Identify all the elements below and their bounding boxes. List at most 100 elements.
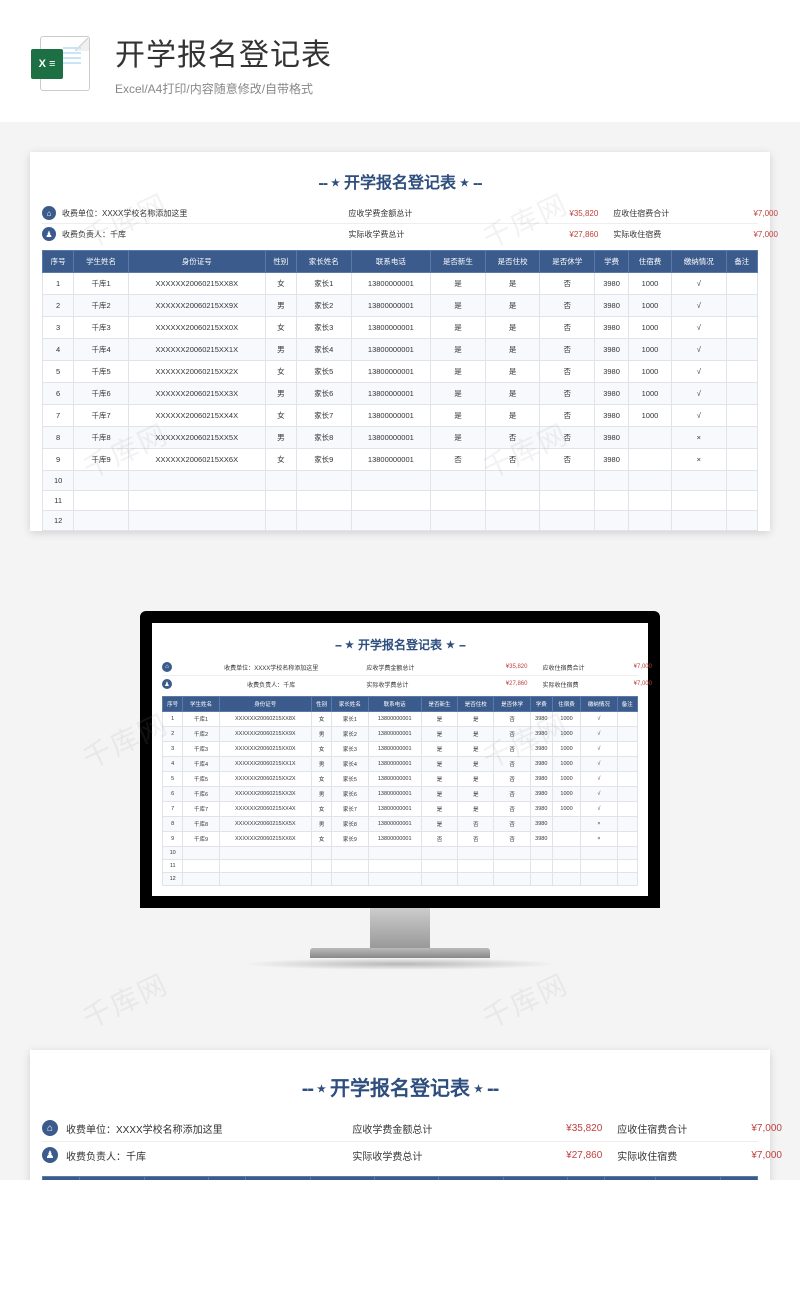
- cell-parent: 家长5: [296, 361, 351, 383]
- cell-leave: 否: [540, 361, 595, 383]
- cell-leave: 否: [494, 787, 530, 802]
- col-header: 是否新生: [421, 697, 457, 712]
- cell-parent: 家长2: [296, 295, 351, 317]
- cell-no: 5: [163, 772, 183, 787]
- table-row: 7千库7XXXXXX20060215XX4X女家长713800000001是是否…: [163, 802, 638, 817]
- doc-title: --★开学报名登记表★--: [162, 633, 638, 659]
- cell-leave: [540, 491, 595, 511]
- cell-note: [726, 273, 757, 295]
- cell-leave: 否: [494, 832, 530, 847]
- cell-note: [617, 727, 637, 742]
- cell-sex: 女: [311, 712, 331, 727]
- cell-name: [183, 860, 219, 873]
- cell-dorm: 是: [485, 361, 540, 383]
- col-header: 性别: [209, 1177, 246, 1181]
- cell-name: 千库9: [183, 832, 219, 847]
- page-header: X ≡ 开学报名登记表 Excel/A4打印/内容随意修改/自带格式: [0, 0, 800, 112]
- col-header: 身份证号: [219, 697, 311, 712]
- monitor-stand-neck: [370, 908, 430, 948]
- cell-name: 千库6: [74, 383, 129, 405]
- cell-dorm: [458, 847, 494, 860]
- cell-name: 千库1: [74, 273, 129, 295]
- cell-dorm: 是: [458, 772, 494, 787]
- cell-name: 千库4: [183, 757, 219, 772]
- cell-fee: [595, 471, 629, 491]
- col-header: 是否住校: [458, 697, 494, 712]
- doc-title: --★开学报名登记表★--: [42, 164, 758, 203]
- cell-no: 8: [163, 817, 183, 832]
- cell-sex: 男: [311, 787, 331, 802]
- table-row: 7千库7XXXXXX20060215XX4X女家长713800000001是是否…: [43, 405, 758, 427]
- cell-fee: 3980: [595, 317, 629, 339]
- cell-fee: 3980: [595, 361, 629, 383]
- cell-note: [617, 712, 637, 727]
- table-row: 2千库2XXXXXX20060215XX9X男家长213800000001是是否…: [43, 295, 758, 317]
- cell-sex: 男: [265, 383, 296, 405]
- cell-name: 千库8: [183, 817, 219, 832]
- cell-dorm: 是: [485, 339, 540, 361]
- cell-id: [219, 847, 311, 860]
- cell-new: [431, 491, 486, 511]
- cell-fee: 3980: [595, 339, 629, 361]
- col-header: 联系电话: [351, 251, 431, 273]
- cell-leave: 否: [540, 383, 595, 405]
- cell-new: 否: [421, 832, 457, 847]
- cell-note: [617, 847, 637, 860]
- cell-dormfee: [629, 471, 672, 491]
- cell-fee: [530, 873, 552, 886]
- cell-new: 是: [421, 817, 457, 832]
- cell-leave: 否: [494, 772, 530, 787]
- data-table: 序号学生姓名身份证号性别家长姓名联系电话是否新生是否住校是否休学学费住宿费缴纳情…: [42, 250, 758, 531]
- cell-new: 是: [431, 317, 486, 339]
- table-row: 6千库6XXXXXX20060215XX3X男家长613800000001是是否…: [43, 383, 758, 405]
- cell-dormfee: 1000: [629, 273, 672, 295]
- cell-leave: [540, 471, 595, 491]
- cell-new: 是: [421, 742, 457, 757]
- cell-new: 是: [431, 361, 486, 383]
- excel-file-icon: X ≡: [40, 36, 90, 91]
- cell-id: XXXXXX20060215XX6X: [128, 449, 265, 471]
- cell-dorm: [458, 860, 494, 873]
- cell-id: XXXXXX20060215XX9X: [128, 295, 265, 317]
- cell-dorm: 是: [458, 742, 494, 757]
- cell-no: 8: [43, 427, 74, 449]
- cell-parent: 家长3: [332, 742, 368, 757]
- cell-note: [726, 361, 757, 383]
- cell-name: 千库2: [74, 295, 129, 317]
- col-header: 是否新生: [431, 251, 486, 273]
- cell-paid: [581, 847, 617, 860]
- cell-phone: 13800000001: [368, 727, 421, 742]
- cell-name: [183, 873, 219, 886]
- cell-name: 千库5: [74, 361, 129, 383]
- cell-sex: 男: [265, 339, 296, 361]
- col-header: 性别: [311, 697, 331, 712]
- col-header: 学费: [567, 1177, 604, 1181]
- cell-dorm: 是: [458, 757, 494, 772]
- table-row: 12: [43, 511, 758, 531]
- cell-fee: 3980: [530, 757, 552, 772]
- table-row: 4千库4XXXXXX20060215XX1X男家长413800000001是是否…: [43, 339, 758, 361]
- cell-no: 6: [163, 787, 183, 802]
- cell-dorm: 是: [485, 383, 540, 405]
- cell-leave: 否: [540, 449, 595, 471]
- cell-note: [726, 383, 757, 405]
- cell-fee: 3980: [530, 832, 552, 847]
- monitor: --★开学报名登记表★--⌂收费单位：XXXX学校名称添加这里应收学费金额总计¥…: [140, 611, 660, 970]
- cell-name: 千库7: [183, 802, 219, 817]
- cell-no: 2: [163, 727, 183, 742]
- cell-no: 5: [43, 361, 74, 383]
- excel-badge: X ≡: [31, 49, 63, 79]
- cell-dormfee: [552, 847, 580, 860]
- table-row: 8千库8XXXXXX20060215XX5X男家长813800000001是否否…: [163, 817, 638, 832]
- cell-dormfee: [552, 860, 580, 873]
- cell-note: [726, 491, 757, 511]
- table-row: 2千库2XXXXXX20060215XX9X男家长213800000001是是否…: [163, 727, 638, 742]
- cell-leave: 否: [540, 427, 595, 449]
- cell-name: 千库3: [74, 317, 129, 339]
- cell-note: [617, 757, 637, 772]
- cell-new: [431, 471, 486, 491]
- col-header: 是否休学: [494, 697, 530, 712]
- cell-note: [726, 449, 757, 471]
- cell-note: [726, 471, 757, 491]
- table-row: 6千库6XXXXXX20060215XX3X男家长613800000001是是否…: [163, 787, 638, 802]
